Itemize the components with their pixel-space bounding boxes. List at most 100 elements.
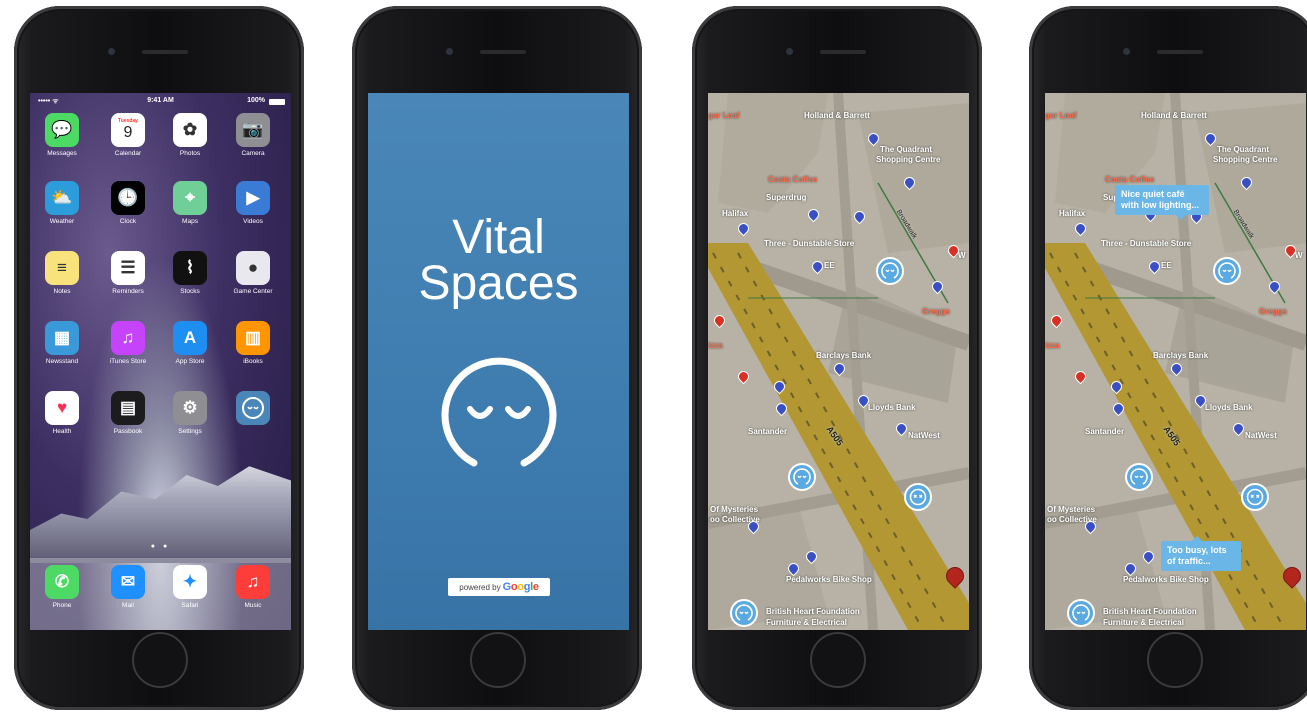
message-icon: 💬	[45, 113, 79, 147]
map-label-mysteries1[interactable]: Of Mysteries	[710, 505, 758, 514]
map-label-costa[interactable]: Costa Coffee	[768, 175, 817, 184]
itunes-icon: ♫	[111, 321, 145, 355]
dock-app-mail[interactable]: ✉ Mail	[103, 565, 153, 609]
map-label-mysteries1[interactable]: Of Mysteries	[1047, 505, 1095, 514]
app-label: Game Center	[233, 288, 273, 295]
app-title-line2: Spaces	[418, 257, 579, 310]
app-ibooks[interactable]: ▥ iBooks	[228, 321, 278, 365]
home-button[interactable]	[470, 632, 526, 688]
app-camera[interactable]: 📷 Camera	[228, 113, 278, 157]
dock-app-music[interactable]: ♫ Music	[228, 565, 278, 609]
map-label-natwest[interactable]: NatWest	[908, 431, 940, 440]
map-label-pizza[interactable]: izza	[1045, 341, 1060, 350]
vital-space-calm-pin-icon[interactable]	[876, 257, 904, 285]
map-label-holland[interactable]: Holland & Barrett	[804, 111, 870, 120]
home-button[interactable]	[810, 632, 866, 688]
battery-icon	[269, 99, 285, 105]
page-indicator[interactable]: ● ●	[30, 543, 291, 550]
app-calendar[interactable]: Tuesday 9 Calendar	[103, 113, 153, 157]
map-label-natwest[interactable]: NatWest	[1245, 431, 1277, 440]
app-label: Passbook	[113, 428, 143, 435]
map-label-bhf1[interactable]: British Heart Foundation	[766, 607, 860, 616]
map-label-quadrant1[interactable]: The Quadrant	[880, 145, 932, 154]
ibooks-icon: ▥	[236, 321, 270, 355]
review-bubble-negative[interactable]: Too busy, lots of traffic...	[1161, 536, 1241, 571]
review-bubble-positive[interactable]: Nice quiet café with low lighting...	[1115, 185, 1209, 220]
vital-space-calm-pin-icon[interactable]	[1213, 257, 1241, 285]
app-game-center[interactable]: ● Game Center	[228, 251, 278, 295]
vital-space-busy-pin-icon[interactable]	[1241, 483, 1269, 511]
app-clock[interactable]: 🕒 Clock	[103, 181, 153, 225]
map-label-pedalworks[interactable]: Pedalworks Bike Shop	[786, 575, 872, 584]
map-label-santander[interactable]: Santander	[1085, 427, 1124, 436]
app-title-line1: Vital	[452, 211, 545, 264]
map-label-barclays[interactable]: Barclays Bank	[1153, 351, 1208, 360]
passbook-icon: ▤	[111, 391, 145, 425]
app-messages[interactable]: 💬 Messages	[37, 113, 87, 157]
vital-space-calm-pin-icon[interactable]	[1067, 599, 1095, 627]
app-newsstand[interactable]: ▦ Newsstand	[37, 321, 87, 365]
map-label-three[interactable]: Three - Dunstable Store	[764, 239, 854, 248]
map-label-greggs[interactable]: Greggs	[1259, 307, 1287, 316]
vital-space-calm-pin-icon[interactable]	[788, 463, 816, 491]
app-stocks[interactable]: ⌇ Stocks	[165, 251, 215, 295]
vital-space-calm-pin-icon[interactable]	[1125, 463, 1153, 491]
app-app-store[interactable]: A App Store	[165, 321, 215, 365]
map-label-pizza[interactable]: izza	[708, 341, 723, 350]
camera-icon: 📷	[236, 113, 270, 147]
app-notes[interactable]: ≡ Notes	[37, 251, 87, 295]
map-label-sugar-loaf[interactable]: gar Loaf	[708, 111, 740, 120]
map-label-bhf2[interactable]: Furniture & Electrical	[1103, 618, 1184, 627]
stocks-icon: ⌇	[173, 251, 207, 285]
app-reminders[interactable]: ☰ Reminders	[103, 251, 153, 295]
map-label-halifax[interactable]: Halifax	[722, 209, 748, 218]
app-vital-spaces[interactable]	[228, 391, 278, 428]
map-label-sugar-loaf[interactable]: gar Loaf	[1045, 111, 1077, 120]
home-button[interactable]	[132, 632, 188, 688]
app-store-icon: A	[173, 321, 207, 355]
map-label-lloyds[interactable]: Lloyds Bank	[1205, 403, 1253, 412]
map-label-w[interactable]: W	[958, 251, 966, 260]
app-title: Vital Spaces	[368, 211, 629, 310]
home-button[interactable]	[1147, 632, 1203, 688]
app-weather[interactable]: ⛅ Weather	[37, 181, 87, 225]
map-label-lloyds[interactable]: Lloyds Bank	[868, 403, 916, 412]
app-label: Camera	[241, 150, 265, 157]
vital-space-busy-pin-icon[interactable]	[904, 483, 932, 511]
map-label-bhf2[interactable]: Furniture & Electrical	[766, 618, 847, 627]
map-label-costa[interactable]: Costa Coffee	[1105, 175, 1154, 184]
map-label-barclays[interactable]: Barclays Bank	[816, 351, 871, 360]
map-label-ee[interactable]: EE	[824, 261, 835, 270]
dock-app-safari[interactable]: ✦ Safari	[165, 565, 215, 609]
map-label-greggs[interactable]: Greggs	[922, 307, 950, 316]
app-health[interactable]: ♥ Health	[37, 391, 87, 435]
map-label-santander[interactable]: Santander	[748, 427, 787, 436]
app-itunes-store[interactable]: ♫ iTunes Store	[103, 321, 153, 365]
app-label: Notes	[53, 288, 71, 295]
app-maps[interactable]: ⌖ Maps	[165, 181, 215, 225]
app-label: Phone	[52, 602, 72, 609]
app-settings[interactable]: ⚙ Settings	[165, 391, 215, 435]
map-label-ee[interactable]: EE	[1161, 261, 1172, 270]
map-overlay	[708, 93, 969, 630]
map-label-pedalworks[interactable]: Pedalworks Bike Shop	[1123, 575, 1209, 584]
map-label-halifax[interactable]: Halifax	[1059, 209, 1085, 218]
map-label-quadrant1[interactable]: The Quadrant	[1217, 145, 1269, 154]
app-photos[interactable]: ✿ Photos	[165, 113, 215, 157]
map-label-holland[interactable]: Holland & Barrett	[1141, 111, 1207, 120]
map-label-w[interactable]: W	[1295, 251, 1303, 260]
dock-app-phone[interactable]: ✆ Phone	[37, 565, 87, 609]
app-label: App Store	[175, 358, 205, 365]
map-label-quadrant2[interactable]: Shopping Centre	[1213, 155, 1277, 164]
map-view-with-reviews[interactable]: gar Loaf Holland & Barrett The Quadrant Sho…	[1045, 93, 1306, 630]
map-label-superdrug[interactable]: Superdrug	[766, 193, 806, 202]
map-label-quadrant2[interactable]: Shopping Centre	[876, 155, 940, 164]
vital-space-calm-pin-icon[interactable]	[730, 599, 758, 627]
map-label-bhf1[interactable]: British Heart Foundation	[1103, 607, 1197, 616]
earpiece-speaker	[1157, 50, 1203, 54]
map-label-three[interactable]: Three - Dunstable Store	[1101, 239, 1191, 248]
map-view[interactable]: gar Loaf Holland & Barrett The Quadrant Sho…	[708, 93, 969, 630]
app-videos[interactable]: ▶ Videos	[228, 181, 278, 225]
app-passbook[interactable]: ▤ Passbook	[103, 391, 153, 435]
app-label: Health	[52, 428, 72, 435]
